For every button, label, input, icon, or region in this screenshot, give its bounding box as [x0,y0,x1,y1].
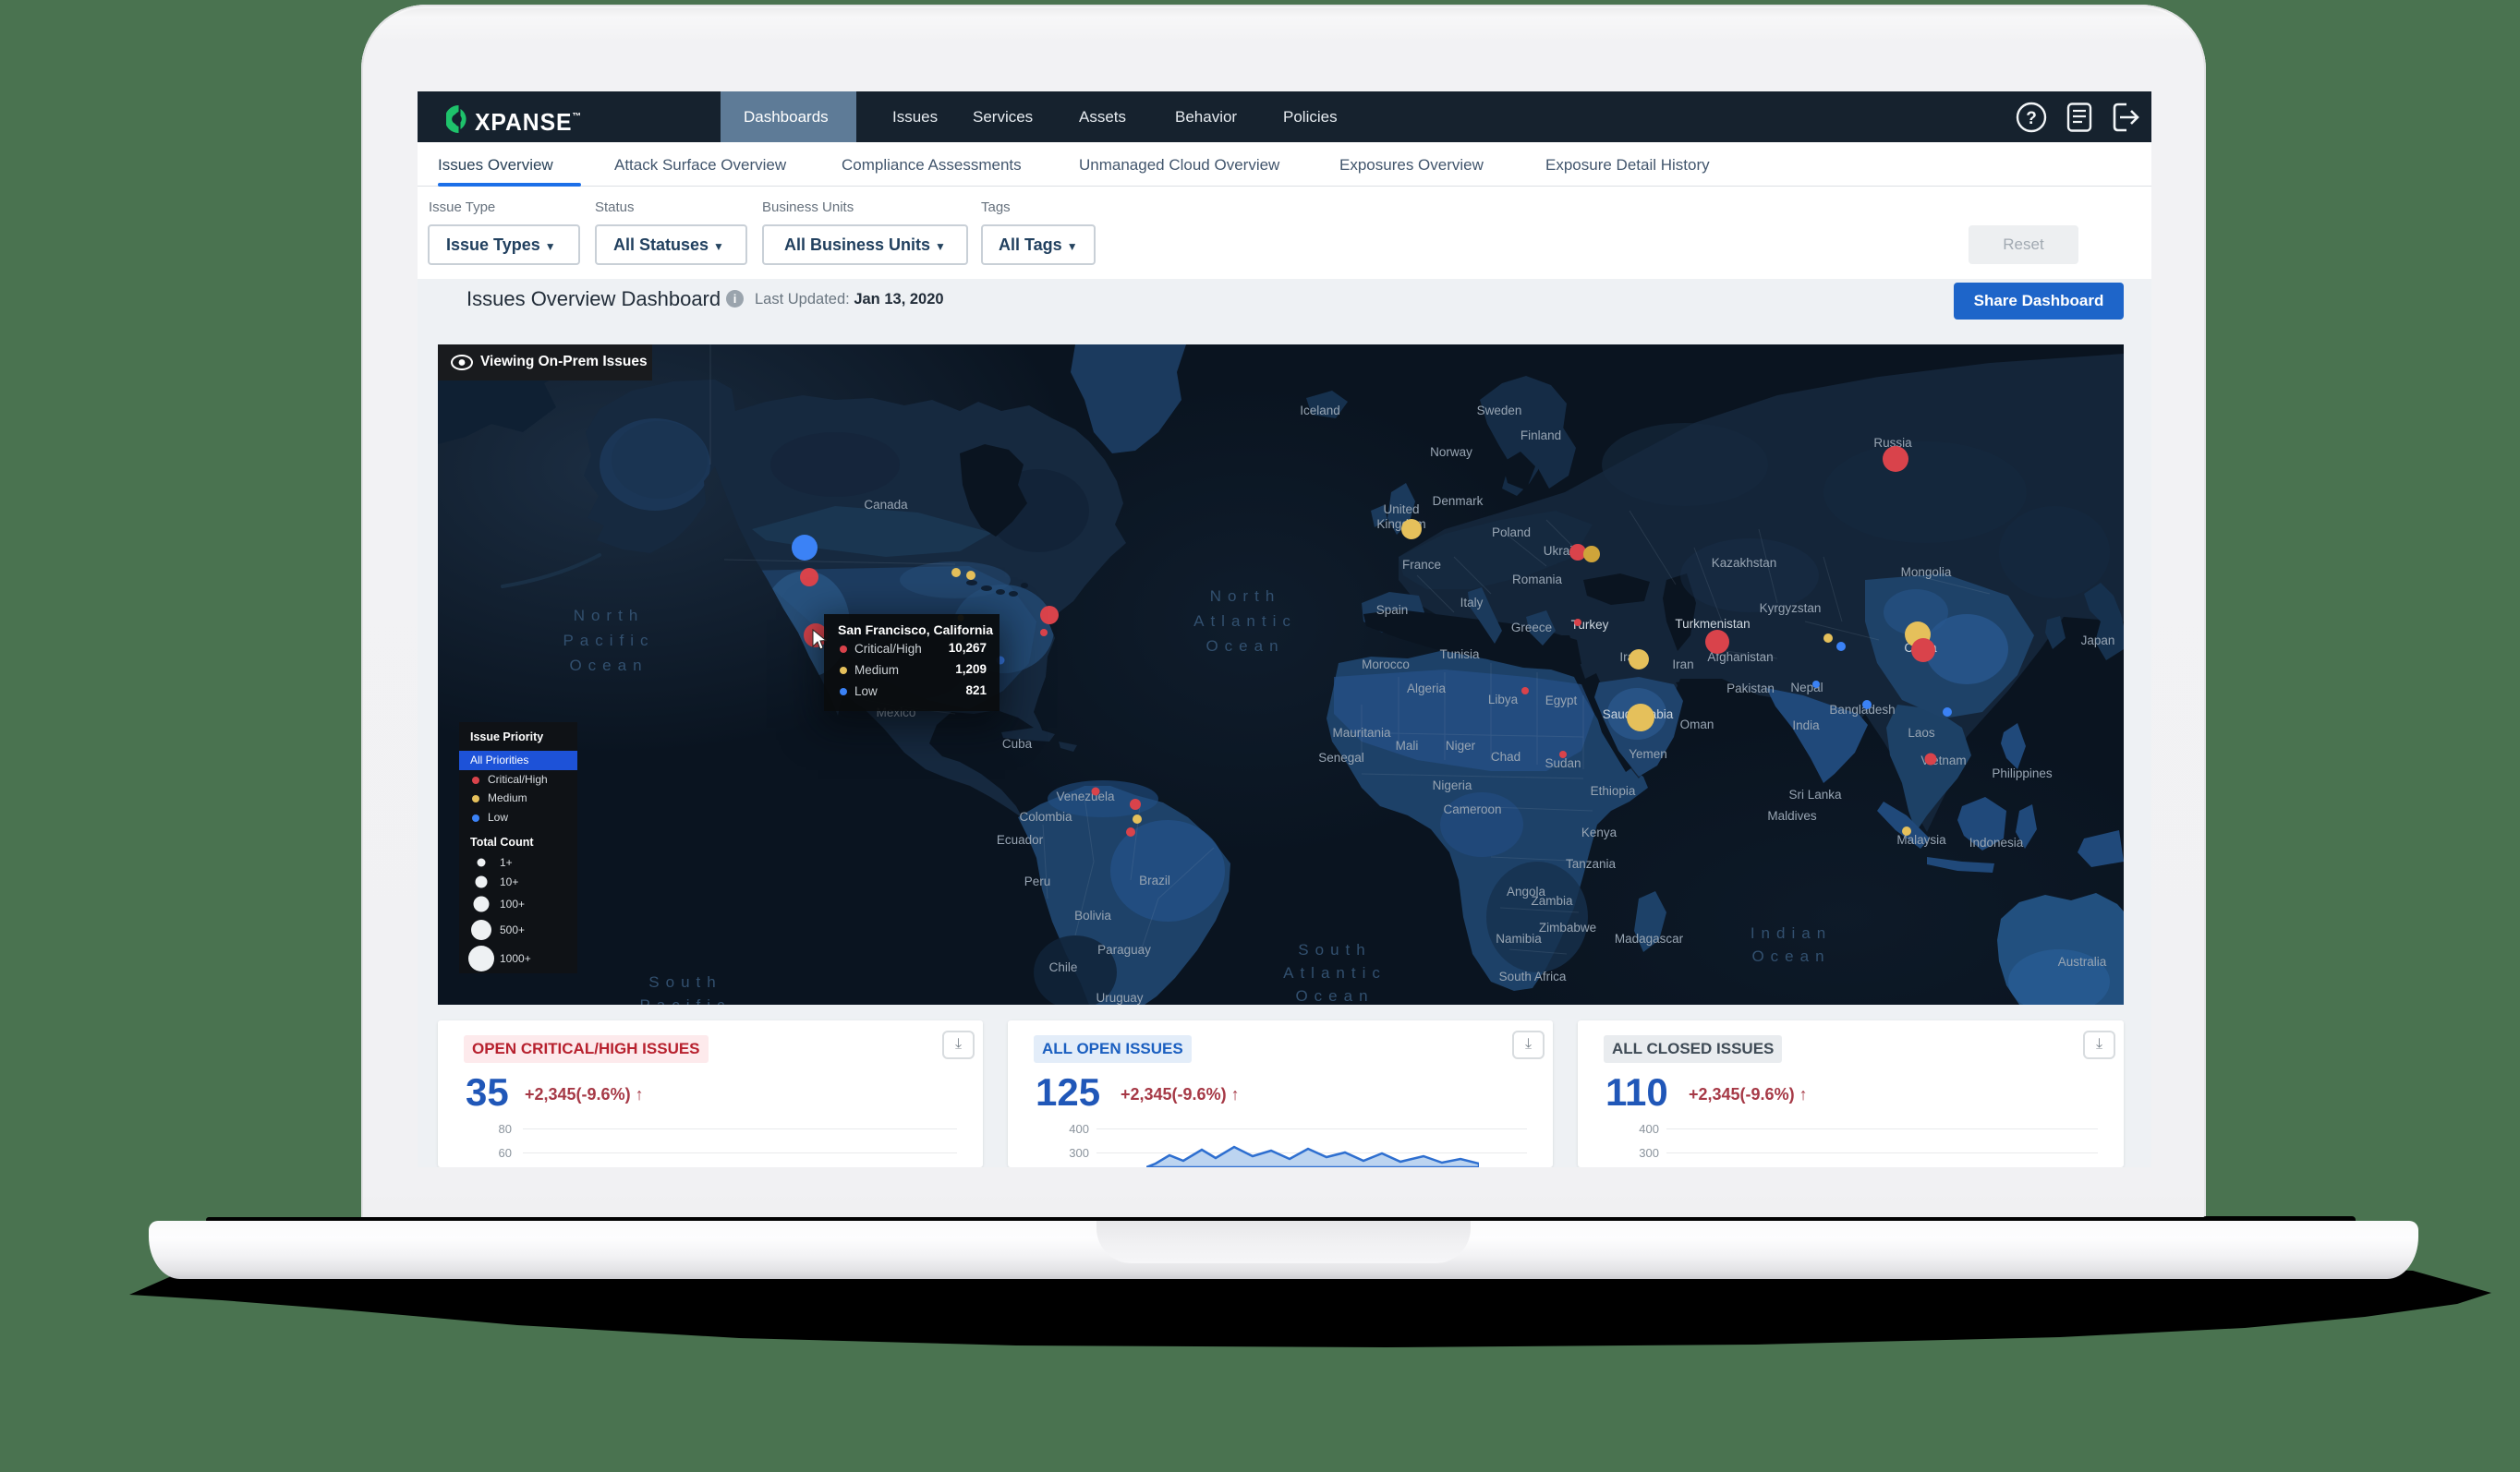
svg-text:Canada: Canada [864,498,908,512]
svg-text:Zimbabwe: Zimbabwe [1539,921,1596,935]
svg-text:Ethiopia: Ethiopia [1591,784,1636,798]
svg-text:Mongolia: Mongolia [1901,565,1952,579]
svg-text:Ocean: Ocean [1751,947,1830,965]
svg-text:Ocean: Ocean [569,657,648,674]
svg-text:Tunisia: Tunisia [1439,647,1480,661]
svg-text:Chile: Chile [1049,960,1078,974]
svg-text:Kenya: Kenya [1581,826,1617,839]
svg-text:North: North [574,607,645,624]
svg-text:United: United [1383,502,1419,516]
svg-text:10+: 10+ [500,875,518,888]
svg-text:Australia: Australia [2058,955,2107,969]
svg-text:Uruguay: Uruguay [1096,991,1143,1005]
svg-text:Kazakhstan: Kazakhstan [1712,556,1777,570]
svg-text:Oman: Oman [1680,718,1714,731]
svg-text:Ocean: Ocean [1205,637,1284,655]
svg-text:Mali: Mali [1396,739,1419,753]
svg-text:Spain: Spain [1376,603,1409,617]
svg-text:Libya: Libya [1488,693,1519,706]
svg-text:Bolivia: Bolivia [1074,909,1111,923]
svg-text:France: France [1402,558,1441,572]
svg-text:North: North [1210,587,1281,605]
svg-text:100+: 100+ [500,898,525,911]
svg-text:Namibia: Namibia [1496,932,1542,946]
svg-text:Atlantic: Atlantic [1193,612,1297,630]
svg-text:Pacific: Pacific [639,996,731,1005]
svg-text:Madagascar: Madagascar [1615,932,1684,946]
svg-text:Indonesia: Indonesia [1969,836,2024,850]
svg-text:Maldives: Maldives [1767,809,1817,823]
svg-text:Paraguay: Paraguay [1097,943,1151,957]
svg-text:Philippines: Philippines [1992,766,2053,780]
svg-text:?: ? [2026,109,2037,128]
svg-text:Ecuador: Ecuador [997,833,1044,847]
svg-text:Ocean: Ocean [1295,987,1374,1005]
svg-text:1+: 1+ [500,856,513,869]
svg-text:Turkmenistan: Turkmenistan [1675,617,1750,631]
svg-text:South Africa: South Africa [1499,970,1567,983]
svg-text:500+: 500+ [500,923,525,936]
svg-text:Italy: Italy [1460,596,1484,609]
svg-text:Venezuela: Venezuela [1056,790,1115,803]
svg-text:Tanzania: Tanzania [1566,857,1617,871]
svg-text:Cameroon: Cameroon [1443,802,1501,816]
svg-text:India: India [1792,718,1820,732]
svg-text:Atlantic: Atlantic [1283,964,1387,982]
svg-text:Algeria: Algeria [1407,682,1447,695]
svg-text:South: South [1298,941,1371,959]
svg-text:Iran: Iran [1672,658,1693,671]
svg-text:Romania: Romania [1512,573,1563,586]
svg-text:Sudan: Sudan [1545,756,1581,770]
svg-text:Sri Lanka: Sri Lanka [1788,788,1842,802]
svg-text:Mauritania: Mauritania [1332,726,1391,740]
svg-text:South: South [648,973,721,991]
svg-text:Morocco: Morocco [1362,658,1410,671]
svg-text:Finland: Finland [1520,428,1561,442]
svg-text:Norway: Norway [1430,445,1472,459]
svg-text:Senegal: Senegal [1318,751,1364,765]
svg-text:Brazil: Brazil [1139,874,1170,887]
svg-text:Zambia: Zambia [1531,894,1573,908]
svg-text:Yemen: Yemen [1629,747,1667,761]
svg-text:Iceland: Iceland [1300,404,1340,417]
svg-text:Peru: Peru [1024,875,1051,888]
svg-text:Egypt: Egypt [1545,694,1578,707]
svg-text:Bangladesh: Bangladesh [1829,703,1895,717]
svg-text:Nigeria: Nigeria [1433,778,1472,792]
svg-text:Pacific: Pacific [563,632,654,649]
svg-text:Chad: Chad [1491,750,1520,764]
svg-text:Poland: Poland [1492,525,1531,539]
svg-text:Kyrgyzstan: Kyrgyzstan [1760,601,1822,615]
svg-text:Indian: Indian [1751,924,1832,942]
svg-text:Niger: Niger [1446,739,1476,753]
svg-text:Pakistan: Pakistan [1726,682,1775,695]
svg-text:Greece: Greece [1511,621,1552,634]
svg-text:1000+: 1000+ [500,952,531,965]
svg-text:Laos: Laos [1908,726,1935,740]
svg-text:Colombia: Colombia [1019,810,1072,824]
svg-text:Denmark: Denmark [1433,494,1484,508]
svg-text:Japan: Japan [2081,633,2115,647]
svg-text:Cuba: Cuba [1002,737,1033,751]
svg-text:Sweden: Sweden [1477,404,1522,417]
